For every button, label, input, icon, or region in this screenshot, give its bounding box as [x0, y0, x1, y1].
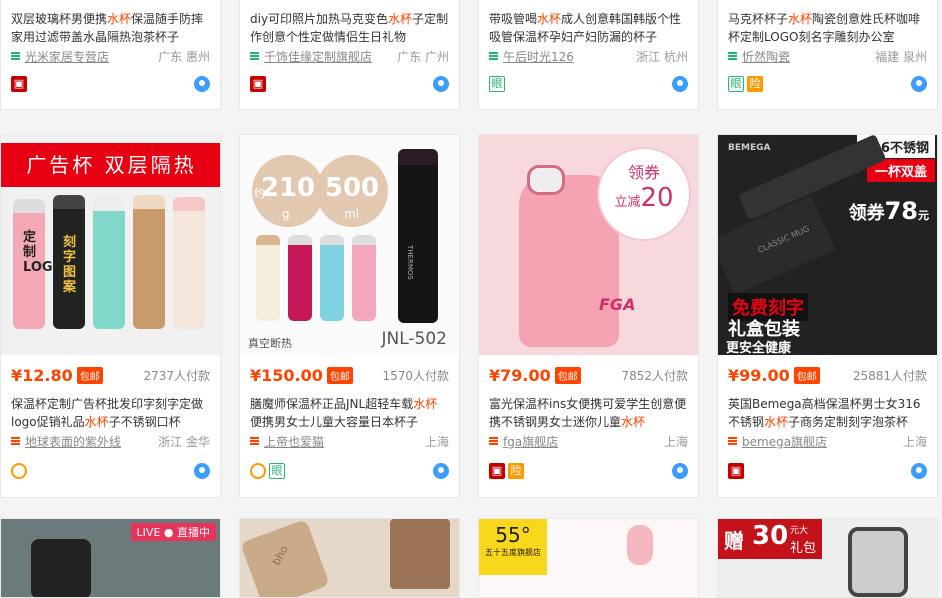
image-text: 约: [254, 187, 265, 200]
verified-icon[interactable]: 眼: [269, 463, 285, 479]
location: 上海: [663, 434, 688, 449]
price: ¥150.00: [250, 365, 323, 385]
product-card[interactable]: 双层玻璃杯男便携水杯保温随手防摔家用过滤带盖水晶隔热泡茶杯子 光米家居专营店 广东…: [0, 0, 221, 110]
sold-count: 2737人付款: [143, 368, 210, 383]
wangwang-icon[interactable]: [194, 463, 210, 479]
product-title[interactable]: 马克杯杯子水杯陶瓷创意姓氏杯咖啡杯定制LOGO刻名字雕刻办公室: [718, 0, 937, 46]
product-card[interactable]: diy可印照片加热马克变色水杯子定制作创意个性定做情侣生日礼物 千饰佳缘定制旗舰…: [239, 0, 460, 110]
model-text: JNL-502: [381, 329, 448, 349]
wangwang-icon[interactable]: [911, 76, 927, 92]
image-text: 真空断热: [248, 337, 292, 350]
verified-icon[interactable]: 眼: [489, 76, 505, 92]
image-text: 定制LOGO: [23, 230, 64, 275]
insurance-icon[interactable]: 险: [747, 76, 763, 92]
shop-link[interactable]: bemega旗舰店: [728, 433, 827, 450]
image-text: 更安全健康: [726, 341, 792, 355]
shop-link[interactable]: fga旗舰店: [489, 433, 558, 450]
product-card[interactable]: bho: [239, 518, 460, 598]
wangwang-icon[interactable]: [433, 463, 449, 479]
wangwang-icon[interactable]: [911, 463, 927, 479]
location: 广东 惠州: [158, 49, 210, 64]
tmall-icon[interactable]: ▣: [11, 76, 27, 92]
wangwang-icon[interactable]: [672, 463, 688, 479]
product-title[interactable]: 带吸管喝水杯成人创意韩国韩版个性吸管保温杯孕妇产妇防漏的杯子: [479, 0, 698, 46]
insurance-icon[interactable]: 险: [508, 463, 524, 479]
price: ¥99.00: [728, 365, 790, 385]
image-text: 刻字图案: [63, 235, 77, 295]
product-title[interactable]: 双层玻璃杯男便携水杯保温随手防摔家用过滤带盖水晶隔热泡茶杯子: [1, 0, 220, 46]
price: ¥79.00: [489, 365, 551, 385]
wangwang-icon[interactable]: [194, 76, 210, 92]
image-text: ml: [344, 207, 360, 221]
image-text: g: [282, 207, 290, 221]
shop-logo: 55° 五十五度旗舰店: [479, 519, 547, 575]
shop-icon: [11, 436, 20, 446]
shop-icon: [11, 51, 20, 61]
sold-count: 7852人付款: [621, 368, 688, 383]
product-card[interactable]: FGA 领券 立减20 ¥79.00 包邮 7852人付款 富光保温杯ins女便携可…: [478, 134, 699, 498]
shop-link[interactable]: 上帝也爱猫: [250, 433, 324, 450]
live-badge[interactable]: LIVE ● 直播中: [130, 523, 216, 541]
product-image[interactable]: 210 约 g 500 ml THERMOS 真空断热 JNL-502: [240, 135, 459, 355]
tmall-icon[interactable]: ▣: [489, 463, 505, 479]
tmall-icon[interactable]: ▣: [728, 463, 744, 479]
location: 上海: [902, 434, 927, 449]
price: ¥12.80: [11, 365, 73, 385]
location: 浙江 杭州: [636, 49, 688, 64]
shop-link[interactable]: 千饰佳缘定制旗舰店: [250, 48, 372, 65]
wangwang-icon[interactable]: [672, 76, 688, 92]
shop-link[interactable]: 午后时光126: [489, 48, 574, 65]
image-text: 领券78元: [848, 197, 929, 225]
location: 广东 广州: [397, 49, 449, 64]
coupon-badge: 领券 立减20: [597, 147, 691, 241]
image-banner: 广告杯 双层隔热: [1, 143, 220, 187]
product-card[interactable]: 赠 30 元大 礼包: [717, 518, 938, 598]
product-title[interactable]: 保温杯定制广告杯批发印字刻字定做logo促销礼品水杯子不锈钢口杯: [1, 395, 220, 431]
product-image[interactable]: 广告杯 双层隔热 定制LOGO 刻字图案: [1, 135, 220, 355]
brand-text: BEMEGA: [728, 143, 771, 153]
gift-banner: 赠 30 元大 礼包: [718, 519, 822, 559]
sold-count: 1570人付款: [382, 368, 449, 383]
product-title[interactable]: 富光保温杯ins女便携可爱学生创意便携不锈钢男女士迷你儿童水杯: [479, 395, 698, 431]
product-title[interactable]: 膳魔师保温杯正品JNL超轻车载水杯便携男女士儿童大容量日本杯子: [240, 395, 459, 431]
gold-seller-icon[interactable]: [11, 463, 27, 479]
product-title[interactable]: diy可印照片加热马克变色水杯子定制作创意个性定做情侣生日礼物: [240, 0, 459, 46]
product-card[interactable]: LIVE ● 直播中: [0, 518, 221, 598]
shop-icon: [728, 436, 737, 446]
tmall-icon[interactable]: ▣: [250, 76, 266, 92]
brand-text: FGA: [599, 295, 636, 314]
shop-icon: [250, 436, 259, 446]
shop-icon: [489, 51, 498, 61]
wangwang-icon[interactable]: [433, 76, 449, 92]
shop-icon: [728, 51, 737, 61]
gold-seller-icon[interactable]: [250, 463, 266, 479]
location: 福建 泉州: [875, 49, 927, 64]
shop-link[interactable]: 忻然陶瓷: [728, 48, 790, 65]
shop-link[interactable]: 地球表面的紫外线: [11, 433, 121, 450]
shop-icon: [250, 51, 259, 61]
product-card[interactable]: 马克杯杯子水杯陶瓷创意姓氏杯咖啡杯定制LOGO刻名字雕刻办公室 忻然陶瓷 福建 泉…: [717, 0, 938, 110]
location: 上海: [424, 434, 449, 449]
brand-text: THERMOS: [406, 245, 414, 280]
free-shipping-badge: 包邮: [554, 366, 581, 384]
free-shipping-badge: 包邮: [793, 366, 820, 384]
product-image[interactable]: FGA 领券 立减20: [479, 135, 698, 355]
location: 浙江 金华: [158, 434, 210, 449]
free-shipping-badge: 包邮: [76, 366, 103, 384]
product-card[interactable]: 210 约 g 500 ml THERMOS 真空断热 JNL-502 ¥150…: [239, 134, 460, 498]
product-title[interactable]: 英国Bemega高档保温杯男士女316不锈钢水杯子商务定制刻字泡茶杯: [718, 395, 937, 431]
product-card[interactable]: 55° 五十五度旗舰店: [478, 518, 699, 598]
product-image[interactable]: BEMEGA 316不锈钢 一杯双盖 CLASSIC MUG 领券78元 免费刻…: [718, 135, 937, 355]
shop-link[interactable]: 光米家居专营店: [11, 48, 109, 65]
product-card[interactable]: BEMEGA 316不锈钢 一杯双盖 CLASSIC MUG 领券78元 免费刻…: [717, 134, 938, 498]
free-shipping-badge: 包邮: [326, 366, 353, 384]
product-card[interactable]: 广告杯 双层隔热 定制LOGO 刻字图案 ¥12.80 包邮 2737人付款 保温杯…: [0, 134, 221, 498]
sold-count: 25881人付款: [852, 368, 927, 383]
shop-icon: [489, 436, 498, 446]
product-card[interactable]: 带吸管喝水杯成人创意韩国韩版个性吸管保温杯孕妇产妇防漏的杯子 午后时光126 浙江…: [478, 0, 699, 110]
verified-icon[interactable]: 眼: [728, 76, 744, 92]
